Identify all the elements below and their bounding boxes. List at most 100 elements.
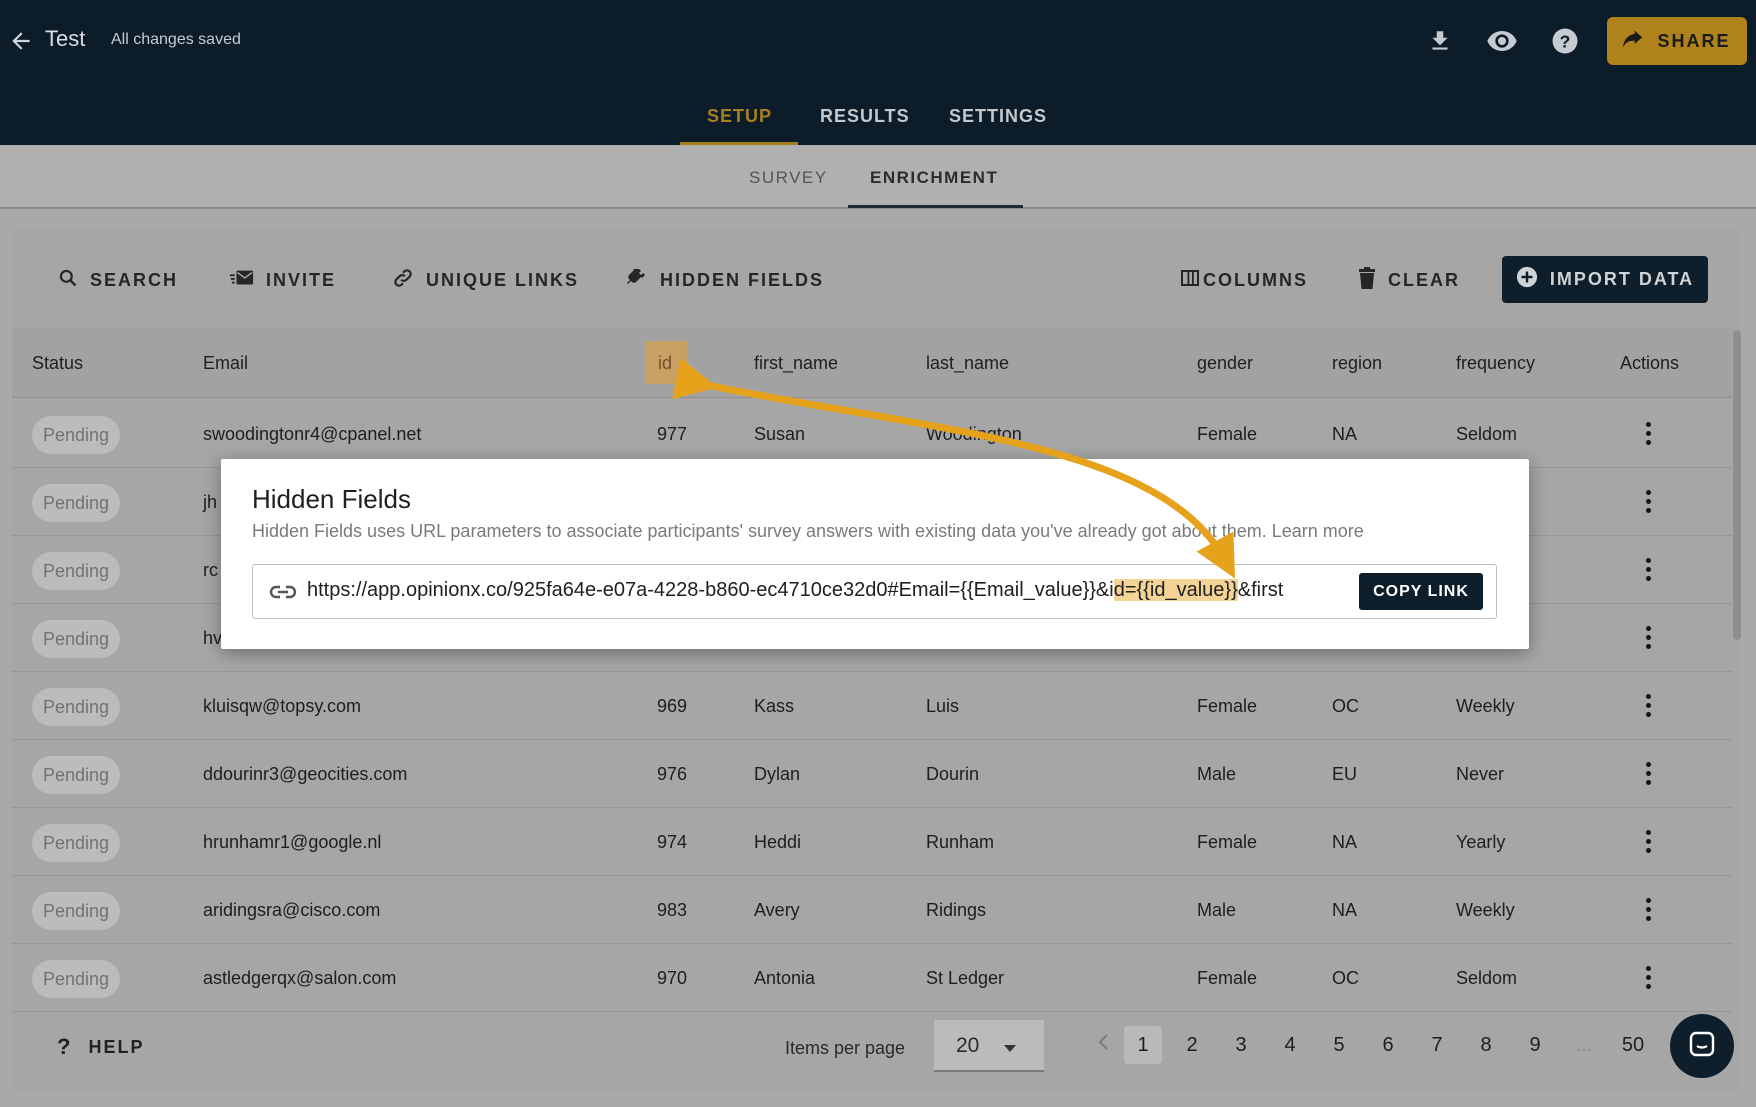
unique-links-button[interactable]: UNIQUE LINKS <box>392 268 579 292</box>
cell-email: kluisqw@topsy.com <box>203 696 361 716</box>
items-per-page-value: 20 <box>956 1034 980 1057</box>
cell-last-name: Dourin <box>926 764 980 784</box>
cell-frequency: Weekly <box>1456 900 1515 920</box>
page-button-5[interactable]: 5 <box>1320 1026 1358 1064</box>
table-row[interactable]: Pending aridingsra@cisco.com 983 Avery Ridin… <box>12 876 1732 944</box>
column-header-status[interactable]: Status <box>32 328 83 398</box>
page-button-2[interactable]: 2 <box>1173 1026 1211 1064</box>
columns-button[interactable]: COLUMNS <box>1181 268 1308 292</box>
help-label: HELP <box>88 1036 145 1057</box>
url-field[interactable]: https://app.opinionx.co/925fa64e-e07a-42… <box>252 564 1497 619</box>
share-button[interactable]: SHARE <box>1607 17 1747 65</box>
table-row[interactable]: Pending ddourinr3@geocities.com 976 Dylan Do… <box>12 740 1732 808</box>
page-button-8[interactable]: 8 <box>1467 1026 1505 1064</box>
back-arrow-icon[interactable] <box>8 28 36 56</box>
share-label: SHARE <box>1657 30 1731 51</box>
cell-region: NA <box>1332 424 1358 444</box>
survey-title[interactable]: Test <box>45 26 85 52</box>
copy-link-button[interactable]: COPY LINK <box>1359 573 1483 610</box>
chat-widget-button[interactable] <box>1670 1014 1734 1078</box>
invite-button[interactable]: INVITE <box>230 268 336 292</box>
clear-button[interactable]: CLEAR <box>1358 266 1460 292</box>
table-scrollbar[interactable] <box>1733 330 1741 640</box>
tab-results[interactable]: RESULTS <box>820 106 910 127</box>
subtab-survey[interactable]: SURVEY <box>749 168 828 188</box>
page-button-50[interactable]: 50 <box>1614 1026 1652 1064</box>
table-row[interactable]: Pending swoodingtonr4@cpanel.net 977 Susan W… <box>12 400 1732 468</box>
chat-bubble-icon <box>1688 1030 1716 1063</box>
more-actions-icon[interactable] <box>1645 490 1651 514</box>
status-badge: Pending <box>32 552 120 590</box>
items-per-page-select[interactable]: 20 <box>934 1020 1044 1072</box>
status-badge: Pending <box>32 824 120 862</box>
status-badge: Pending <box>32 892 120 930</box>
url-part-1: https://app.opinionx.co/925fa64e-e07a-42… <box>307 579 1114 601</box>
more-actions-icon[interactable] <box>1645 830 1651 854</box>
more-actions-icon[interactable] <box>1645 558 1651 582</box>
page-button-7[interactable]: 7 <box>1418 1026 1456 1064</box>
download-icon[interactable] <box>1423 24 1457 58</box>
sub-tabs-bar: SURVEY ENRICHMENT <box>0 145 1756 209</box>
cell-last-name: Runham <box>926 832 995 852</box>
hidden-fields-dialog: Hidden Fields Hidden Fields uses URL par… <box>221 459 1529 649</box>
column-header-gender[interactable]: gender <box>1197 328 1253 398</box>
cell-id: 983 <box>657 900 688 920</box>
column-header-email[interactable]: Email <box>203 328 248 398</box>
dropdown-caret-icon <box>1004 1045 1016 1052</box>
column-header-last-name[interactable]: last_name <box>926 328 1009 398</box>
cell-last-name: Ridings <box>926 900 987 920</box>
email-send-icon <box>230 269 254 292</box>
help-button[interactable]: ? HELP <box>57 1034 144 1060</box>
more-actions-icon[interactable] <box>1645 694 1651 718</box>
subtab-enrichment[interactable]: ENRICHMENT <box>870 168 998 188</box>
table-row[interactable]: Pending hrunhamr1@google.nl 974 Heddi Runham… <box>12 808 1732 876</box>
invite-label: INVITE <box>266 269 337 290</box>
link-icon <box>392 267 414 294</box>
more-actions-icon[interactable] <box>1645 762 1651 786</box>
cell-gender: Male <box>1197 900 1237 920</box>
page-button-1[interactable]: 1 <box>1124 1026 1162 1064</box>
column-header-first-name[interactable]: first_name <box>754 328 838 398</box>
tab-setup[interactable]: SETUP <box>707 106 772 127</box>
page-button-6[interactable]: 6 <box>1369 1026 1407 1064</box>
cell-id: 969 <box>657 696 688 716</box>
cell-region: OC <box>1332 696 1359 716</box>
page-button-3[interactable]: 3 <box>1222 1026 1260 1064</box>
page-button-4[interactable]: 4 <box>1271 1026 1309 1064</box>
table-row[interactable]: Pending kluisqw@topsy.com 969 Kass Luis Femal… <box>12 672 1732 740</box>
hidden-fields-button[interactable]: HIDDEN FIELDS <box>624 268 824 292</box>
cell-region: NA <box>1332 832 1358 852</box>
cell-gender: Female <box>1197 424 1258 444</box>
tab-settings[interactable]: SETTINGS <box>949 106 1047 127</box>
more-actions-icon[interactable] <box>1645 898 1651 922</box>
cell-email: aridingsra@cisco.com <box>203 900 381 920</box>
cell-first-name: Heddi <box>754 832 802 852</box>
cell-frequency: Seldom <box>1456 424 1518 444</box>
more-actions-icon[interactable] <box>1645 966 1651 990</box>
cell-last-name: Woodington <box>926 424 1022 444</box>
question-mark-icon: ? <box>57 1034 73 1059</box>
help-icon[interactable]: ? <box>1548 24 1582 58</box>
import-data-button[interactable]: IMPORT DATA <box>1502 256 1708 303</box>
prev-page-chevron-icon[interactable] <box>1084 1026 1122 1064</box>
cell-first-name: Avery <box>754 900 800 920</box>
status-badge: Pending <box>32 620 120 658</box>
more-actions-icon[interactable] <box>1645 626 1651 650</box>
cell-email: ddourinr3@geocities.com <box>203 764 408 784</box>
column-header-frequency[interactable]: frequency <box>1456 328 1535 398</box>
unique-links-label: UNIQUE LINKS <box>426 269 580 290</box>
cell-frequency: Yearly <box>1456 832 1506 852</box>
main-nav-tabs: SETUP RESULTS SETTINGS <box>0 98 1756 145</box>
search-label: SEARCH <box>90 269 179 290</box>
search-button[interactable]: SEARCH <box>58 268 178 292</box>
preview-eye-icon[interactable] <box>1485 24 1519 58</box>
cell-region: EU <box>1332 764 1358 784</box>
column-header-region[interactable]: region <box>1332 328 1382 398</box>
cell-first-name: Dylan <box>754 764 801 784</box>
active-subtab-indicator <box>848 205 1023 208</box>
add-circle-icon <box>1516 266 1538 293</box>
more-actions-icon[interactable] <box>1645 422 1651 446</box>
status-badge: Pending <box>32 688 120 726</box>
page-button-9[interactable]: 9 <box>1516 1026 1554 1064</box>
share-arrow-icon <box>1623 30 1643 53</box>
